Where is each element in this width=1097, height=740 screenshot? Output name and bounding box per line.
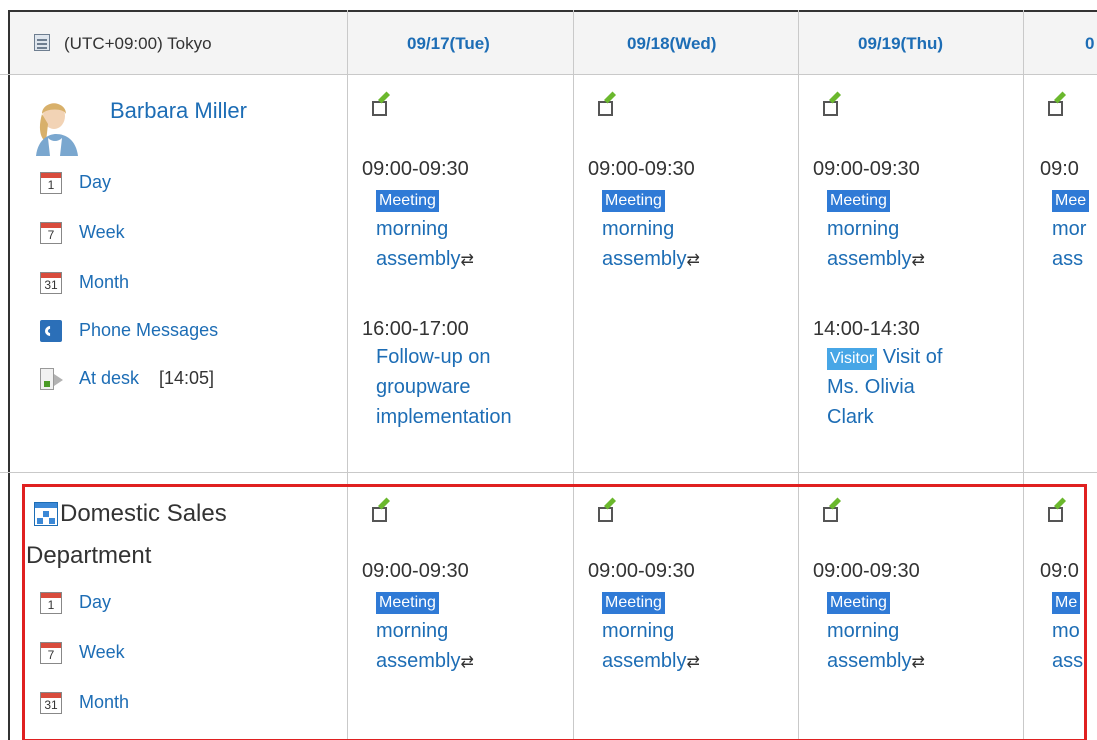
week-calendar-icon: 7 (40, 222, 62, 244)
event-meeting-morning-assembly[interactable]: Mee mor ass (1052, 184, 1096, 274)
event-time: 14:00-14:30 (813, 318, 920, 340)
add-event-icon[interactable] (1048, 91, 1068, 118)
repeat-icon: ⇄ (460, 252, 474, 269)
grid-top-border (8, 10, 1097, 12)
event-time: 16:00-17:00 (362, 318, 469, 340)
row-divider (0, 74, 1097, 75)
add-event-icon[interactable] (598, 91, 618, 118)
date-header-0920[interactable]: 0 (1085, 34, 1094, 54)
event-time: 09:0 (1040, 158, 1079, 180)
row-divider (0, 472, 1097, 473)
avatar[interactable] (34, 98, 80, 156)
repeat-icon: ⇄ (911, 252, 925, 269)
meeting-badge: Meeting (827, 190, 890, 212)
add-event-icon[interactable] (372, 91, 392, 118)
presence-icon (38, 368, 66, 392)
visitor-badge: Visitor (827, 348, 878, 370)
event-meeting-morning-assembly[interactable]: Meeting morning assembly⇄ (376, 184, 566, 276)
event-meeting-morning-assembly[interactable]: Meeting morning assembly⇄ (602, 184, 792, 276)
presence-status[interactable]: At desk [14:05] (38, 368, 338, 394)
date-header-0917[interactable]: 09/17(Tue) (407, 34, 490, 54)
event-follow-up[interactable]: Follow-up on groupware implementation (376, 342, 576, 432)
grid-left-border (8, 10, 10, 740)
schedule-grid: (UTC+09:00) Tokyo 09/17(Tue) 09/18(Wed) … (0, 10, 1097, 740)
meeting-badge: Mee (1052, 190, 1090, 212)
month-calendar-icon: 31 (40, 272, 62, 294)
date-header-0919[interactable]: 09/19(Thu) (858, 34, 943, 54)
timezone-icon (34, 34, 50, 51)
meeting-badge: Meeting (376, 190, 439, 212)
event-time: 09:00-09:30 (813, 158, 920, 180)
phone-icon (40, 320, 62, 342)
user-name-link[interactable]: Barbara Miller (110, 98, 247, 124)
event-time: 09:00-09:30 (588, 158, 695, 180)
event-meeting-morning-assembly[interactable]: Meeting morning assembly⇄ (827, 184, 1017, 276)
highlight-box (22, 484, 1087, 740)
event-visit-olivia-clark[interactable]: Visitor Visit of Ms. Olivia Clark (827, 342, 1017, 432)
meeting-badge: Meeting (602, 190, 665, 212)
event-time: 09:00-09:30 (362, 158, 469, 180)
day-calendar-icon: 1 (40, 172, 62, 194)
add-event-icon[interactable] (823, 91, 843, 118)
repeat-icon: ⇄ (686, 252, 700, 269)
date-header-0918[interactable]: 09/18(Wed) (627, 34, 716, 54)
